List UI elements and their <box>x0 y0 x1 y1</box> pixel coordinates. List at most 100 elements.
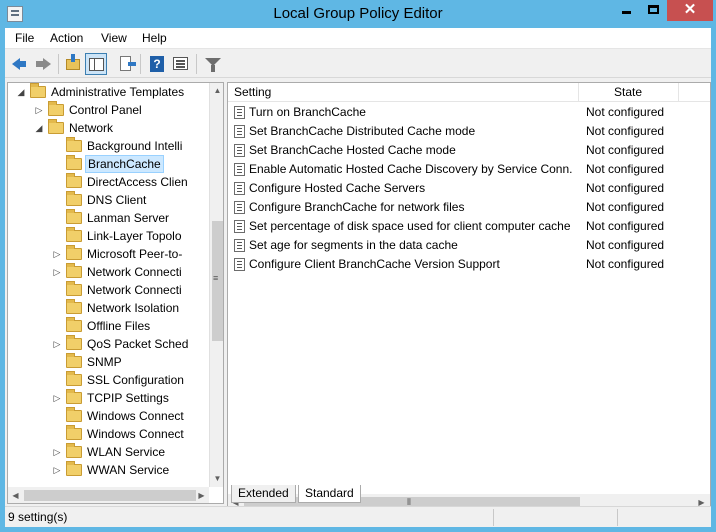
maximize-button[interactable] <box>640 0 667 21</box>
tree-node[interactable]: BranchCache <box>8 155 208 173</box>
menu-action[interactable]: Action <box>50 31 83 45</box>
close-button[interactable]: ✕ <box>667 0 713 21</box>
tree-node[interactable]: ▷ Network Connecti <box>8 263 208 281</box>
tree-node-label[interactable]: Administrative Templates <box>49 83 186 101</box>
tree-node-label[interactable]: SNMP <box>85 353 124 371</box>
toolbar-separator <box>58 54 59 74</box>
tree-node[interactable]: Windows Connect <box>8 425 208 443</box>
expand-arrow-icon[interactable]: ▷ <box>52 335 62 353</box>
column-divider[interactable] <box>678 83 679 102</box>
tree-node-label[interactable]: Network <box>67 119 115 137</box>
tree-node-label[interactable]: Windows Connect <box>85 407 186 425</box>
policy-setting-icon <box>234 201 245 214</box>
tree-node-label[interactable]: Offline Files <box>85 317 152 335</box>
collapse-arrow-icon[interactable]: ◢ <box>34 119 44 137</box>
menu-file[interactable]: File <box>15 31 34 45</box>
tree-vertical-scrollbar[interactable]: ▲ ≡ ▼ <box>209 83 223 487</box>
tree-node[interactable]: Network Isolation <box>8 299 208 317</box>
tree-node[interactable]: Lanman Server <box>8 209 208 227</box>
column-header-state[interactable]: State <box>614 85 642 99</box>
expand-arrow-icon[interactable]: ▷ <box>34 101 44 119</box>
tree-node[interactable]: ◢ Network <box>8 119 208 137</box>
tree-node-label[interactable]: QoS Packet Sched <box>85 335 190 353</box>
forward-button[interactable] <box>32 53 54 75</box>
tree-node[interactable]: Windows Connect <box>8 407 208 425</box>
properties-pane-button[interactable] <box>170 53 192 75</box>
list-item[interactable]: Configure Client BranchCache Version Sup… <box>228 255 698 274</box>
tree-node-label[interactable]: Link-Layer Topolo <box>85 227 184 245</box>
tree-node[interactable]: DNS Client <box>8 191 208 209</box>
tree-node-label[interactable]: Control Panel <box>67 101 144 119</box>
list-item[interactable]: Turn on BranchCache Not configured <box>228 103 698 122</box>
expand-arrow-icon[interactable]: ▷ <box>52 245 62 263</box>
tree-node-label[interactable]: Background Intelli <box>85 137 184 155</box>
tree-hscroll-thumb[interactable] <box>24 490 196 501</box>
minimize-button[interactable] <box>613 0 640 21</box>
tree-node-label[interactable]: Lanman Server <box>85 209 171 227</box>
tree-node[interactable]: ▷ TCPIP Settings <box>8 389 208 407</box>
tree-node-label[interactable]: BranchCache <box>85 155 164 173</box>
tree-node[interactable]: SSL Configuration <box>8 371 208 389</box>
list-item[interactable]: Enable Automatic Hosted Cache Discovery … <box>228 160 698 179</box>
scroll-down-arrow-icon[interactable]: ▼ <box>210 471 223 486</box>
list-item[interactable]: Set percentage of disk space used for cl… <box>228 217 698 236</box>
tree-node[interactable]: Background Intelli <box>8 137 208 155</box>
list-item[interactable]: Set BranchCache Hosted Cache mode Not con… <box>228 141 698 160</box>
scroll-left-arrow-icon[interactable]: ◀ <box>8 488 23 503</box>
setting-name: Set BranchCache Hosted Cache mode <box>249 143 456 157</box>
show-hide-console-tree-button[interactable] <box>85 53 107 75</box>
back-button[interactable] <box>9 53 31 75</box>
collapse-arrow-icon[interactable]: ◢ <box>16 83 26 101</box>
tree-node[interactable]: DirectAccess Clien <box>8 173 208 191</box>
tree-node-label[interactable]: WWAN Service <box>85 461 171 479</box>
export-list-button[interactable] <box>115 53 137 75</box>
tree-node[interactable]: Offline Files <box>8 317 208 335</box>
tab-standard[interactable]: Standard <box>298 485 361 503</box>
scroll-up-arrow-icon[interactable]: ▲ <box>210 83 223 98</box>
list-item[interactable]: Configure BranchCache for network files N… <box>228 198 698 217</box>
help-button[interactable]: ? <box>146 53 168 75</box>
list-item[interactable]: Set BranchCache Distributed Cache mode No… <box>228 122 698 141</box>
tree-node-label[interactable]: TCPIP Settings <box>85 389 171 407</box>
tree-node-label[interactable]: DNS Client <box>85 191 148 209</box>
tree-node[interactable]: ▷ QoS Packet Sched <box>8 335 208 353</box>
filter-button[interactable] <box>202 53 224 75</box>
expand-arrow-icon[interactable]: ▷ <box>52 461 62 479</box>
tree-horizontal-scrollbar[interactable]: ◀ ▶ <box>8 487 209 503</box>
tree-node[interactable]: SNMP <box>8 353 208 371</box>
tree-node[interactable]: Link-Layer Topolo <box>8 227 208 245</box>
column-divider[interactable] <box>578 83 579 102</box>
tree-node-label[interactable]: WLAN Service <box>85 443 167 461</box>
minimize-icon <box>622 11 631 14</box>
tree-node[interactable]: ▷ WWAN Service <box>8 461 208 479</box>
tree-node-label[interactable]: Microsoft Peer-to- <box>85 245 184 263</box>
tab-extended[interactable]: Extended <box>231 485 296 503</box>
list-item[interactable]: Configure Hosted Cache Servers Not config… <box>228 179 698 198</box>
expand-arrow-icon[interactable]: ▷ <box>52 389 62 407</box>
tree-node-label[interactable]: Windows Connect <box>85 425 186 443</box>
tree-node[interactable]: ▷ Microsoft Peer-to- <box>8 245 208 263</box>
tree-node[interactable]: ◢ Administrative Templates <box>8 83 208 101</box>
tree-node[interactable]: Network Connecti <box>8 281 208 299</box>
tree-node-label[interactable]: DirectAccess Clien <box>85 173 190 191</box>
menu-help[interactable]: Help <box>142 31 167 45</box>
tree-node-label[interactable]: Network Connecti <box>85 263 184 281</box>
tree-node-label[interactable]: Network Connecti <box>85 281 184 299</box>
expand-arrow-icon[interactable]: ▷ <box>52 443 62 461</box>
tree-node[interactable]: ▷ Control Panel <box>8 101 208 119</box>
console-tree[interactable]: ◢ Administrative Templates ▷ Control Panel ◢… <box>7 82 224 504</box>
column-header-setting[interactable]: Setting <box>234 85 271 99</box>
tree-scroll-thumb[interactable]: ≡ <box>212 221 223 341</box>
setting-state: Not configured <box>586 219 665 233</box>
policy-setting-icon <box>234 258 245 271</box>
tree-node[interactable]: ▷ WLAN Service <box>8 443 208 461</box>
scroll-right-arrow-icon[interactable]: ▶ <box>194 488 209 503</box>
menu-view[interactable]: View <box>101 31 127 45</box>
up-one-level-button[interactable] <box>62 53 84 75</box>
tree-node-label[interactable]: SSL Configuration <box>85 371 186 389</box>
tree-node-label[interactable]: Network Isolation <box>85 299 181 317</box>
folder-icon <box>48 119 64 134</box>
expand-arrow-icon[interactable]: ▷ <box>52 263 62 281</box>
list-item[interactable]: Set age for segments in the data cache No… <box>228 236 698 255</box>
window-title: Local Group Policy Editor <box>273 5 443 22</box>
